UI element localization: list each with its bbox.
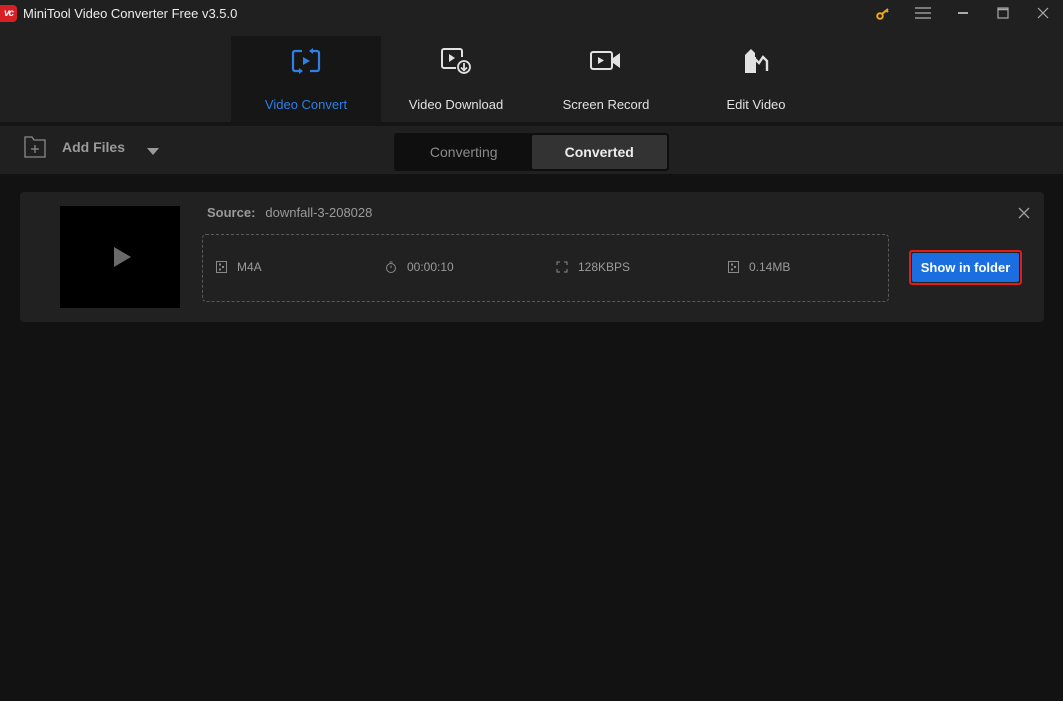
duration-info: 00:00:10	[385, 260, 454, 274]
show-in-folder-button[interactable]: Show in folder	[909, 250, 1022, 285]
maximize-icon[interactable]	[983, 0, 1023, 26]
format-icon	[215, 261, 227, 273]
video-convert-icon	[291, 46, 321, 76]
window-controls	[863, 0, 1063, 26]
nav-video-convert[interactable]: Video Convert	[231, 36, 381, 122]
source-filename: downfall-3-208028	[265, 205, 373, 220]
conversion-status-tabs: Converting Converted	[394, 133, 669, 171]
add-folder-icon	[24, 136, 46, 158]
tab-converted[interactable]: Converted	[531, 135, 667, 169]
output-info-box: M4A 00:00:10 128KBPS 0.14MB	[202, 234, 889, 302]
minimize-icon[interactable]	[943, 0, 983, 26]
nav-label: Video Convert	[264, 97, 348, 112]
source-label: Source:	[207, 205, 256, 220]
close-window-icon[interactable]	[1023, 0, 1063, 26]
video-download-icon	[440, 46, 472, 76]
app-title: MiniTool Video Converter Free v3.5.0	[23, 5, 238, 21]
play-icon	[113, 247, 131, 267]
format-value: M4A	[237, 260, 262, 274]
bitrate-info: 128KBPS	[556, 260, 630, 274]
size-value: 0.14MB	[749, 260, 791, 274]
toolbar: Add Files Converting Converted	[0, 122, 1063, 174]
nav-screen-record[interactable]: Screen Record	[531, 36, 681, 122]
file-size-icon	[727, 261, 739, 273]
add-files-button[interactable]: Add Files	[24, 136, 125, 158]
main-nav: Video Convert Video Download Screen Reco…	[0, 26, 1063, 122]
key-icon[interactable]	[863, 0, 903, 26]
timer-icon	[385, 261, 397, 273]
menu-icon[interactable]	[903, 0, 943, 26]
size-info: 0.14MB	[727, 260, 790, 274]
nav-label: Screen Record	[562, 97, 650, 112]
resolution-icon	[556, 261, 568, 273]
source-row: Source: downfall-3-208028	[207, 205, 372, 220]
nav-label: Edit Video	[726, 97, 786, 112]
nav-edit-video[interactable]: Edit Video	[681, 36, 831, 122]
edit-video-icon	[742, 46, 770, 76]
tab-converting[interactable]: Converting	[396, 135, 532, 169]
nav-label: Video Download	[408, 97, 504, 112]
add-files-label: Add Files	[62, 139, 126, 155]
show-in-folder-label: Show in folder	[912, 253, 1019, 282]
screen-record-icon	[590, 46, 622, 76]
bitrate-value: 128KBPS	[578, 260, 631, 274]
remove-item-close-icon[interactable]	[1018, 206, 1032, 220]
duration-value: 00:00:10	[407, 260, 454, 274]
title-bar: vc MiniTool Video Converter Free v3.5.0	[0, 0, 1063, 26]
nav-video-download[interactable]: Video Download	[381, 36, 531, 122]
format-info: M4A	[215, 260, 262, 274]
add-files-dropdown-icon[interactable]	[147, 148, 159, 155]
converted-file-card: Source: downfall-3-208028 M4A 00:00:10 1…	[20, 192, 1044, 322]
video-thumbnail[interactable]	[60, 206, 180, 308]
app-logo: vc	[0, 4, 17, 22]
